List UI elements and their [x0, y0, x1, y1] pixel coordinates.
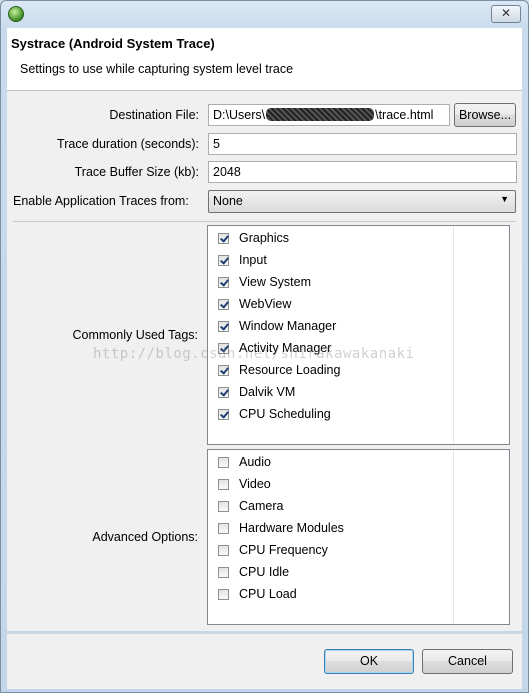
checked-checkbox-icon[interactable]: [218, 277, 229, 288]
close-x-icon: ✕: [500, 6, 512, 20]
separator: [13, 221, 516, 222]
app-traces-selected-value: None: [213, 194, 243, 208]
dialog-header: Systrace (Android System Trace) Settings…: [7, 28, 522, 91]
checkbox-label: Camera: [239, 499, 284, 513]
checkbox-label: View System: [239, 275, 312, 289]
dialog-title: Systrace (Android System Trace): [11, 36, 215, 51]
unchecked-checkbox-icon[interactable]: [218, 545, 229, 556]
checked-checkbox-icon[interactable]: [218, 321, 229, 332]
dialog-window: ✕ Systrace (Android System Trace) Settin…: [0, 0, 529, 693]
app-traces-select[interactable]: None ▼: [208, 190, 516, 213]
checked-checkbox-icon[interactable]: [218, 387, 229, 398]
android-eclipse-icon: [8, 6, 24, 22]
checked-checkbox-icon[interactable]: [218, 365, 229, 376]
checkbox-label: Window Manager: [239, 319, 337, 333]
checkbox-label: CPU Load: [239, 587, 297, 601]
advanced-options-label: Advanced Options:: [92, 530, 198, 544]
destination-path-suffix: \trace.html: [375, 108, 434, 122]
dropdown-arrow-icon: ▼: [500, 194, 509, 204]
unchecked-checkbox-icon[interactable]: [218, 501, 229, 512]
trace-buffer-label: Trace Buffer Size (kb):: [74, 165, 199, 179]
unchecked-checkbox-icon[interactable]: [218, 589, 229, 600]
trace-duration-label: Trace duration (seconds):: [57, 137, 199, 151]
app-traces-label: Enable Application Traces from:: [13, 194, 189, 208]
title-bar[interactable]: ✕: [1, 1, 528, 27]
list-divider: [453, 450, 454, 624]
checkbox-label: CPU Frequency: [239, 543, 328, 557]
checked-checkbox-icon[interactable]: [218, 409, 229, 420]
checkbox-label: Audio: [239, 455, 271, 469]
redacted-username: [266, 108, 375, 121]
checked-checkbox-icon[interactable]: [218, 233, 229, 244]
checkbox-label: Graphics: [239, 231, 290, 245]
destination-file-input[interactable]: D:\Users\ \trace.html: [208, 104, 450, 126]
browse-button[interactable]: Browse...: [454, 103, 516, 127]
checked-checkbox-icon[interactable]: [218, 299, 229, 310]
common-tags-list[interactable]: Graphics Input View System WebView Window Ma…: [207, 225, 510, 445]
unchecked-checkbox-icon[interactable]: [218, 523, 229, 534]
trace-duration-input[interactable]: 5: [208, 133, 517, 155]
destination-file-label: Destination File:: [109, 108, 199, 122]
trace-buffer-input[interactable]: 2048: [208, 161, 517, 183]
checkbox-label: CPU Scheduling: [239, 407, 331, 421]
checkbox-label: Video: [239, 477, 271, 491]
checkbox-label: WebView: [239, 297, 292, 311]
destination-path-prefix: D:\Users\: [213, 108, 266, 122]
checked-checkbox-icon[interactable]: [218, 255, 229, 266]
dialog-footer: OK Cancel: [7, 633, 522, 689]
settings-panel: Destination File: D:\Users\ \trace.html B…: [7, 91, 522, 631]
watermark-text: http://blog.csdn.net/shirakawakanaki: [93, 346, 415, 362]
unchecked-checkbox-icon[interactable]: [218, 567, 229, 578]
checkbox-label: CPU Idle: [239, 565, 290, 579]
advanced-options-list[interactable]: Audio Video Camera Hardware Modules CPU Freq…: [207, 449, 510, 625]
list-divider: [453, 226, 454, 444]
checkbox-label: Input: [239, 253, 267, 267]
checkbox-label: Resource Loading: [239, 363, 341, 377]
ok-button[interactable]: OK: [324, 649, 414, 674]
cancel-button[interactable]: Cancel: [422, 649, 513, 674]
unchecked-checkbox-icon[interactable]: [218, 479, 229, 490]
dialog-subtitle: Settings to use while capturing system l…: [20, 62, 294, 76]
common-tags-label: Commonly Used Tags:: [72, 328, 198, 342]
unchecked-checkbox-icon[interactable]: [218, 457, 229, 468]
close-button[interactable]: ✕: [491, 5, 521, 23]
checkbox-label: Dalvik VM: [239, 385, 296, 399]
checkbox-label: Hardware Modules: [239, 521, 344, 535]
